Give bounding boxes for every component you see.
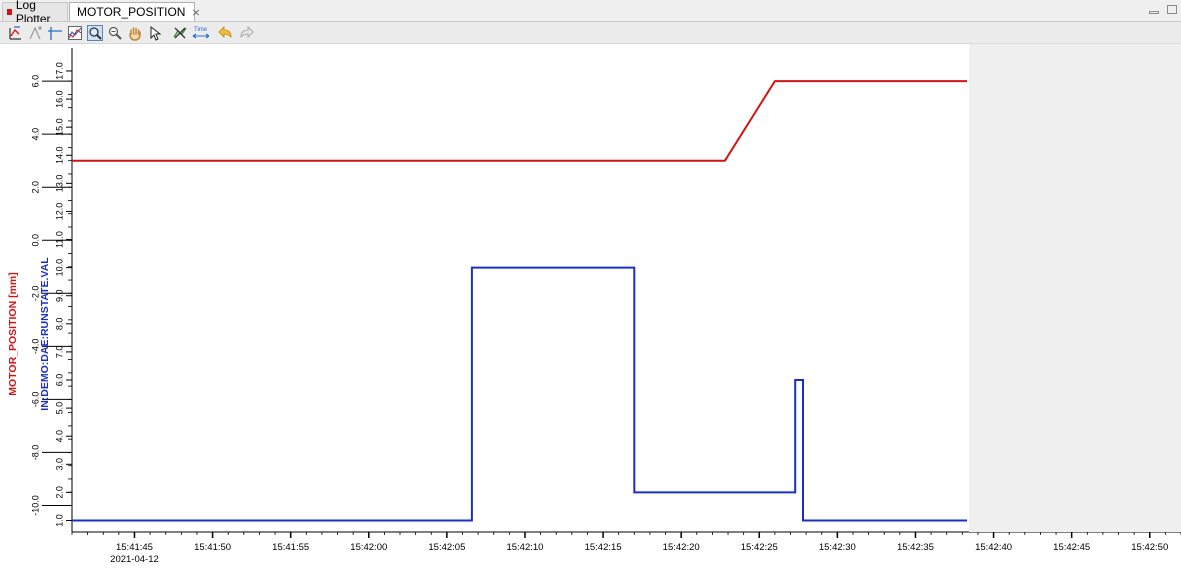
y-tick-label: 4.0 <box>54 430 64 443</box>
rubberband-zoom-icon[interactable] <box>87 25 103 41</box>
x-tick-label: 15:42:15 <box>585 542 622 553</box>
tab-motor-position-label: MOTOR_POSITION <box>77 5 186 19</box>
minimize-icon[interactable] <box>1149 11 1159 14</box>
time-axis-label: Time <box>194 27 208 33</box>
add-axis-icon[interactable] <box>27 25 43 41</box>
y-tick-label: 3.0 <box>54 458 64 471</box>
x-tick-label: 15:42:50 <box>1131 542 1168 553</box>
x-tick-label: 15:42:00 <box>350 542 387 553</box>
y-tick-label: 2.0 <box>30 181 40 194</box>
y-tick-label: -8.0 <box>30 445 40 461</box>
x-tick-label: 15:42:05 <box>428 542 465 553</box>
no-data-region <box>969 44 1181 532</box>
y-axis-title: MOTOR_POSITION [mm] <box>7 272 19 395</box>
time-axis-icon[interactable]: Time <box>192 25 210 41</box>
y-tick-label: 1.0 <box>54 514 64 527</box>
undo-icon[interactable] <box>218 25 234 41</box>
y-axes: 6.04.02.00.0-2.0-4.0-6.0-8.0-10.0MOTOR_P… <box>7 48 73 532</box>
redo-icon[interactable] <box>238 25 254 41</box>
x-tick-label: 15:42:30 <box>819 542 856 553</box>
x-date-label: 2021-04-12 <box>110 554 159 565</box>
y-tick-label: 5.0 <box>54 402 64 415</box>
x-tick-label: 15:41:50 <box>194 542 231 553</box>
x-tick-label: 15:42:45 <box>1053 542 1090 553</box>
y-tick-label: 15.0 <box>54 118 64 136</box>
pan-icon[interactable] <box>127 25 143 41</box>
tab-motor-position[interactable]: MOTOR_POSITION ⨯ <box>69 2 201 21</box>
crosshair-axis-icon[interactable] <box>47 25 63 41</box>
series-in-demo-dae-runstate-val <box>72 266 967 522</box>
tab-bar: Log Plotter MOTOR_POSITION ⨯ <box>0 0 1181 26</box>
y-tick-label: 0.0 <box>30 234 40 247</box>
y-tick-label: 14.0 <box>54 146 64 164</box>
axis-configure-icon[interactable] <box>7 25 23 41</box>
window-controls <box>1149 5 1177 14</box>
x-tick-label: 15:42:35 <box>897 542 934 553</box>
series-layer <box>72 80 967 522</box>
y-tick-label: 7.0 <box>54 346 64 359</box>
y-tick-label: 13.0 <box>54 175 64 193</box>
tab-log-plotter[interactable]: Log Plotter <box>2 0 68 26</box>
y-tick-label: 2.0 <box>54 486 64 499</box>
x-tick-label: 15:42:40 <box>975 542 1012 553</box>
x-axis: 15:41:45 15:41:50 15:41:55 15:42:00 15:42:05… <box>71 531 1181 565</box>
plot-toolbar: Time <box>0 22 1181 44</box>
y-tick-label: -10.0 <box>30 495 40 516</box>
y-tick-label: 4.0 <box>30 128 40 141</box>
pointer-icon[interactable] <box>147 25 163 41</box>
y-tick-label: 6.0 <box>30 75 40 88</box>
x-tick-label: 15:42:25 <box>741 542 778 553</box>
y-tick-label: 10.0 <box>54 259 64 277</box>
log-plotter-icon <box>7 9 12 15</box>
zoom-icon[interactable] <box>107 25 123 41</box>
x-tick-label: 15:41:45 <box>116 542 153 553</box>
remove-annotation-icon[interactable] <box>172 25 188 41</box>
series-motor-position <box>72 80 967 162</box>
x-tick-label: 15:41:55 <box>272 542 309 553</box>
x-tick-label: 15:42:20 <box>663 542 700 553</box>
y-tick-label: 6.0 <box>54 374 64 387</box>
stack-axes-icon[interactable] <box>67 25 83 41</box>
maximize-icon[interactable] <box>1167 5 1177 14</box>
plot-area[interactable]: 6.0 4.0 2.0 0.0 -2.0 -4.0 -6.0 -8.0 -10.0 MOTOR_P… <box>0 44 1181 572</box>
y-axis-title: IN:DEMO:DAE:RUNSTATE.VAL <box>39 257 51 411</box>
x-tick-label: 15:42:10 <box>506 542 543 553</box>
y-tick-label: 8.0 <box>54 318 64 331</box>
close-icon[interactable]: ⨯ <box>191 6 200 19</box>
y-tick-label: 16.0 <box>54 90 64 108</box>
y-tick-label: 11.0 <box>54 231 64 248</box>
y-tick-label: 9.0 <box>54 289 64 302</box>
y-tick-label: 12.0 <box>54 203 64 221</box>
y-tick-label: 17.0 <box>54 62 64 80</box>
